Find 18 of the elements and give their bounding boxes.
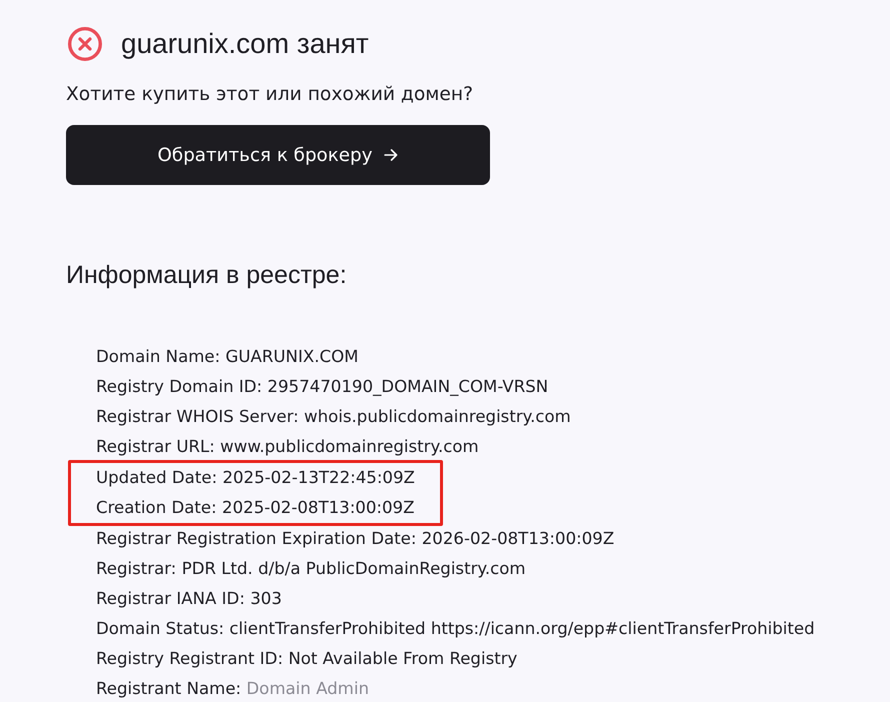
arrow-right-icon xyxy=(384,149,398,161)
whois-line: Domain Status: clientTransferProhibited https://icann.org/epp#clientTransferProhibited xyxy=(96,618,815,640)
whois-line: Registry Registrant ID: Not Available From Registry xyxy=(96,648,518,670)
whois-line: Registrar: PDR Ltd. d/b/a PublicDomainRegistry.com xyxy=(96,558,526,580)
whois-line: Domain Name: GUARUNIX.COM xyxy=(96,346,358,368)
whois-line: Registrant Name: Domain Admin xyxy=(96,678,369,700)
whois-line: Registrar WHOIS Server: whois.publicdomainregistry.com xyxy=(96,406,571,428)
whois-line: Registrar URL: www.publicdomainregistry.com xyxy=(96,436,479,458)
whois-line: Creation Date: 2025-02-08T13:00:09Z xyxy=(96,497,414,519)
buy-prompt: Хотите купить этот или похожий домен? xyxy=(66,83,474,107)
domain-status-title: guarunix.com занят xyxy=(121,27,369,61)
whois-line: Registrar IANA ID: 303 xyxy=(96,588,282,610)
whois-line: Updated Date: 2025-02-13T22:45:09Z xyxy=(96,467,415,489)
whois-line: Registry Domain ID: 2957470190_DOMAIN_COM-VRSN xyxy=(96,376,548,398)
x-circle-icon xyxy=(68,27,102,61)
whois-line: Registrar Registration Expiration Date: 2026-02-08T13:00:09Z xyxy=(96,528,614,550)
registry-heading: Информация в реестре: xyxy=(66,260,347,290)
contact-broker-button[interactable]: Обратиться к брокеру xyxy=(66,125,490,185)
